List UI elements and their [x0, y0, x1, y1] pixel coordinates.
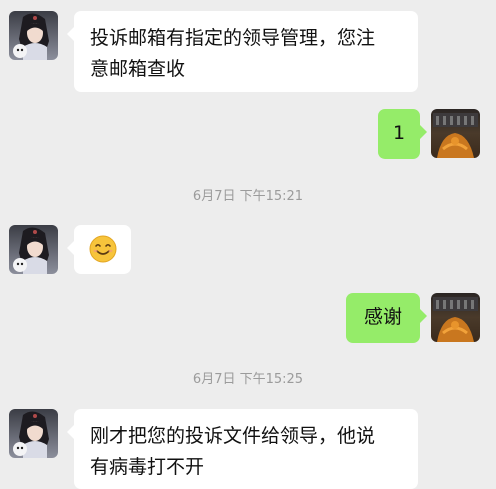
message-bubble-incoming[interactable]	[67, 225, 131, 274]
message-bubble-incoming[interactable]: 投诉邮箱有指定的领导管理，您注 意邮箱查收	[67, 11, 418, 92]
message-bubble-outgoing[interactable]: 1	[378, 109, 427, 159]
my-avatar[interactable]	[431, 293, 480, 342]
my-avatar-image	[431, 109, 480, 158]
contact-avatar-image	[9, 409, 58, 458]
contact-avatar[interactable]	[9, 225, 58, 274]
message-text-line: 刚才把您的投诉文件给领导，他说	[90, 425, 376, 447]
contact-avatar[interactable]	[9, 409, 58, 458]
message-text-line: 投诉邮箱有指定的领导管理，您注	[90, 27, 376, 49]
message-text: 感谢	[363, 306, 402, 328]
contact-avatar-image	[9, 11, 58, 60]
my-avatar-image	[431, 293, 480, 342]
message-bubble-incoming[interactable]: 刚才把您的投诉文件给领导，他说 有病毒打不开	[67, 409, 418, 489]
my-avatar[interactable]	[431, 109, 480, 158]
contact-avatar-image	[9, 225, 58, 274]
message-text-line: 意邮箱查收	[90, 58, 186, 80]
message-text-line: 有病毒打不开	[90, 456, 205, 478]
message-timestamp: 6月7日 下午15:25	[192, 372, 304, 387]
contact-avatar[interactable]	[9, 11, 58, 60]
message-text: 1	[392, 122, 406, 144]
smiling-face-emoji-icon	[89, 235, 117, 263]
message-bubble-outgoing[interactable]: 感谢	[346, 293, 427, 343]
message-timestamp: 6月7日 下午15:21	[192, 189, 304, 204]
